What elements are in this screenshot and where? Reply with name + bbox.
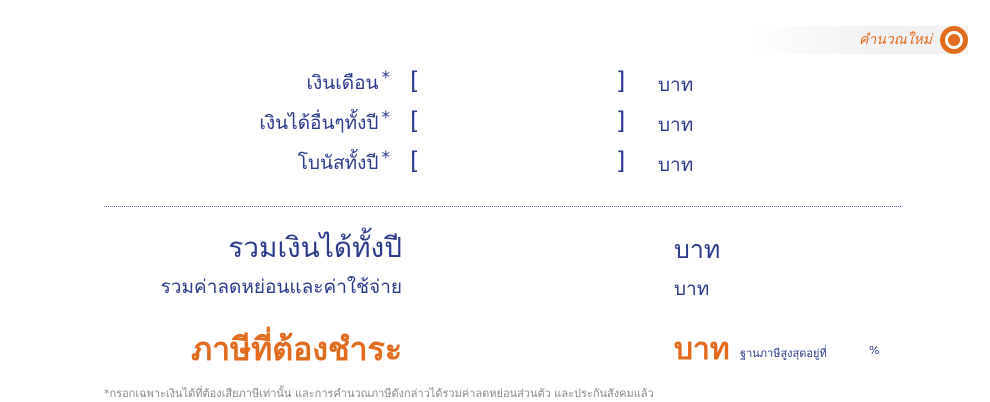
tax-due-unit: บาท (674, 332, 730, 367)
bonus-unit: บาท (658, 154, 694, 176)
other-income-unit: บาท (658, 114, 694, 136)
reset-label: คำนวณใหม่ (859, 32, 932, 48)
other-income-row: เงินได้อื่นๆทั้งปี * [ ] บาท (0, 102, 990, 142)
field-close-bracket: ] (616, 147, 626, 175)
total-income-unit: บาท (674, 235, 721, 264)
top-rate-unit: % (869, 344, 880, 357)
bonus-input[interactable] (412, 148, 630, 178)
total-deduction-unit: บาท (674, 278, 710, 300)
required-mark: * (381, 148, 391, 168)
total-deduction-label: รวมค่าลดหย่อนและค่าใช้จ่าย (160, 276, 402, 298)
salary-input[interactable] (412, 68, 630, 98)
bonus-label: โบนัสทั้งปี * (297, 148, 391, 174)
salary-row: เงินเดือน * [ ] บาท (0, 62, 990, 102)
target-refresh-icon[interactable] (940, 26, 968, 54)
salary-unit: บาท (658, 74, 694, 96)
salary-label: เงินเดือน * (306, 68, 391, 94)
top-rate-label: ฐานภาษีสูงสุดอยู่ที่ (740, 347, 827, 360)
tax-due-label: ภาษีที่ต้องชำระ (191, 330, 402, 368)
required-mark: * (381, 108, 391, 128)
income-inputs: เงินเดือน * [ ] บาท เงินได้อื่นๆทั้งปี * [… (0, 62, 990, 182)
reset-button[interactable]: คำนวณใหม่ (748, 26, 968, 54)
field-close-bracket: ] (616, 67, 626, 95)
section-divider (104, 206, 901, 207)
total-income-label: รวมเงินได้ทั้งปี (228, 231, 402, 264)
footnote: *กรอกเฉพาะเงินได้ที่ต้องเสียภาษีเท่านั้น… (104, 387, 654, 400)
other-income-label: เงินได้อื่นๆทั้งปี * (259, 108, 391, 134)
field-close-bracket: ] (616, 107, 626, 135)
other-income-input[interactable] (412, 108, 630, 138)
bonus-row: โบนัสทั้งปี * [ ] บาท (0, 142, 990, 182)
required-mark: * (381, 68, 391, 88)
